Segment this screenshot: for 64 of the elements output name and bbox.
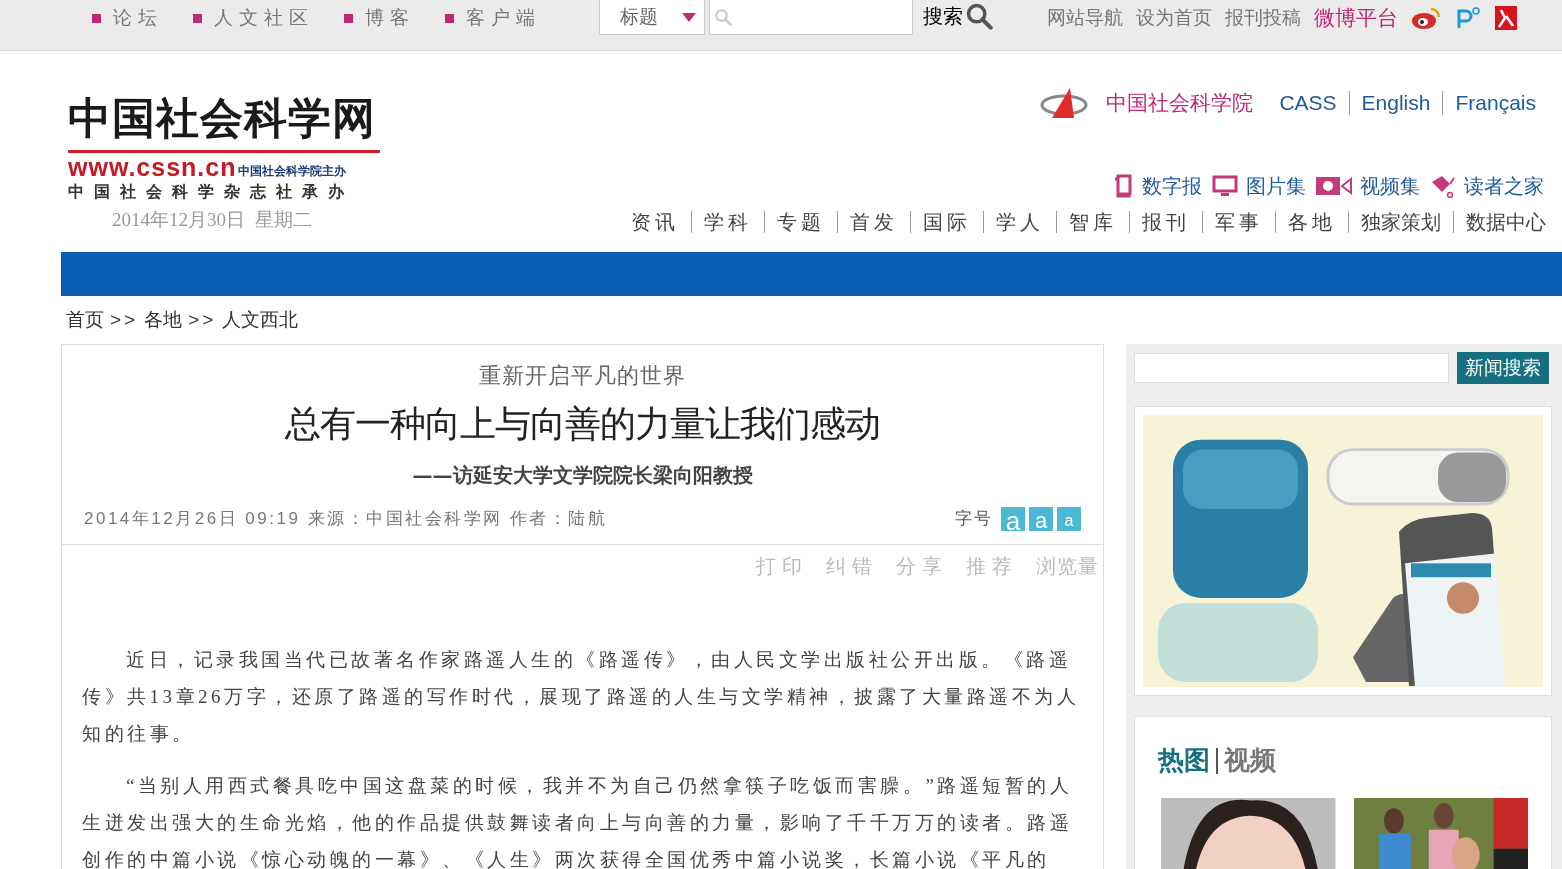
main-nav-link[interactable]: 资讯: [619, 211, 691, 233]
main-nav-link[interactable]: 学人: [983, 211, 1056, 233]
media-tab[interactable]: 视频: [1224, 741, 1276, 780]
header-link[interactable]: 网站导航: [1047, 3, 1123, 33]
article-kicker: 重新开启平凡的世界: [479, 362, 686, 390]
header-link[interactable]: 报刊投稿: [1225, 3, 1301, 33]
cart-icon: [1430, 174, 1456, 198]
language-link[interactable]: English: [1348, 91, 1443, 115]
article-paragraph: 近日，记录我国当代已故著名作家路遥人生的《路遥传》，由人民文学出版社公开出版。《路遥传》共13章26万字，还原了路遥的写作时代，展现了路遥的人生与文学精神，披露了大量路遥不为人知的往事。: [82, 647, 1080, 746]
breadcrumb-link[interactable]: 人文西北: [222, 305, 299, 335]
main-nav-link[interactable]: 国际: [910, 211, 983, 233]
scope-select[interactable]: 标题: [599, 0, 705, 35]
current-date: 2014年12月30日 星期二: [112, 208, 313, 232]
main-nav-link[interactable]: 军事: [1202, 211, 1275, 233]
main-nav-link[interactable]: 智库: [1056, 211, 1129, 233]
search-field[interactable]: [709, 0, 913, 35]
breadcrumb-separator: >>: [188, 307, 217, 332]
article-paragraph: “当别人用西式餐具吃中国这盘菜的时候，我并不为自己仍然拿筷子吃饭而害臊。”路遥短暂的人生迸发出强大的生命光焰，他的作品提供鼓舞读者向上与向善的力量，影响了千千万万的读者。路遥创作的中篇小说《惊心动魄的一幕》、《人生》两次获得全国优秀中篇小说奖，长篇小说《平凡的: [82, 773, 1074, 869]
top-nav-link[interactable]: 客户端: [445, 3, 541, 33]
monitor-icon: [1212, 175, 1238, 197]
article-meta: 2014年12月26日 09:19 来源：中国社会科学网 作者：陆航: [84, 508, 608, 530]
quick-link[interactable]: 图片集: [1212, 171, 1306, 201]
main-nav-link[interactable]: 各地: [1275, 211, 1348, 233]
square-bullet-icon: [92, 13, 101, 23]
main-nav-link[interactable]: 首发: [837, 211, 910, 233]
quick-link[interactable]: 数字报: [1112, 171, 1202, 201]
academy-link[interactable]: 中国社会科学院: [1106, 87, 1254, 119]
square-bullet-icon: [344, 13, 353, 23]
breadcrumb-link[interactable]: 首页: [66, 305, 104, 335]
language-link[interactable]: CASS: [1267, 87, 1349, 119]
main-nav-link[interactable]: 专题: [764, 211, 837, 233]
main-nav-link[interactable]: 数据中心: [1453, 211, 1558, 233]
quick-link[interactable]: 读者之家: [1430, 171, 1544, 201]
quick-link[interactable]: 视频集: [1316, 171, 1420, 201]
article-title: 总有一种向上与向善的力量让我们感动: [285, 402, 880, 446]
square-bullet-icon: [445, 13, 454, 23]
top-nav-link[interactable]: 论坛: [92, 3, 163, 33]
weibo-icon[interactable]: [1411, 6, 1441, 30]
breadcrumb-separator: >>: [110, 307, 139, 332]
article-subtitle: ——访延安大学文学院院长梁向阳教授: [412, 462, 753, 489]
video-camera-icon: [1316, 176, 1352, 196]
media-tab[interactable]: 热图: [1158, 741, 1210, 780]
search-button[interactable]: 搜索: [923, 0, 995, 32]
square-bullet-icon: [193, 13, 202, 23]
logo-title: 中国社会科学网: [68, 92, 377, 145]
font-size-label: 字号: [955, 508, 993, 530]
main-nav-link[interactable]: 独家策划: [1348, 211, 1453, 233]
header-link[interactable]: 微博平台: [1314, 2, 1398, 34]
document-icon: [1112, 174, 1134, 198]
breadcrumb-link[interactable]: 各地: [144, 305, 183, 335]
top-nav-link[interactable]: 人文社区: [193, 3, 314, 33]
logo-url: www.cssn.cn: [68, 153, 237, 181]
logo-host: 中国社会科学院主办: [238, 163, 347, 180]
language-link[interactable]: Français: [1442, 91, 1548, 115]
main-nav-link[interactable]: 学科: [691, 211, 764, 233]
main-nav-link[interactable]: 报刊: [1129, 211, 1202, 233]
news-search-field[interactable]: [1134, 353, 1449, 383]
news-search-button[interactable]: 新闻搜索: [1457, 352, 1549, 384]
top-nav-link[interactable]: 博客: [344, 3, 415, 33]
caret-icon: [682, 12, 696, 22]
lambda-logo-icon[interactable]: [1495, 6, 1517, 30]
header-link[interactable]: 设为首页: [1136, 3, 1212, 33]
search-icon: [714, 8, 732, 26]
logo-publisher: 中国社会科学杂志社承办: [68, 182, 355, 202]
